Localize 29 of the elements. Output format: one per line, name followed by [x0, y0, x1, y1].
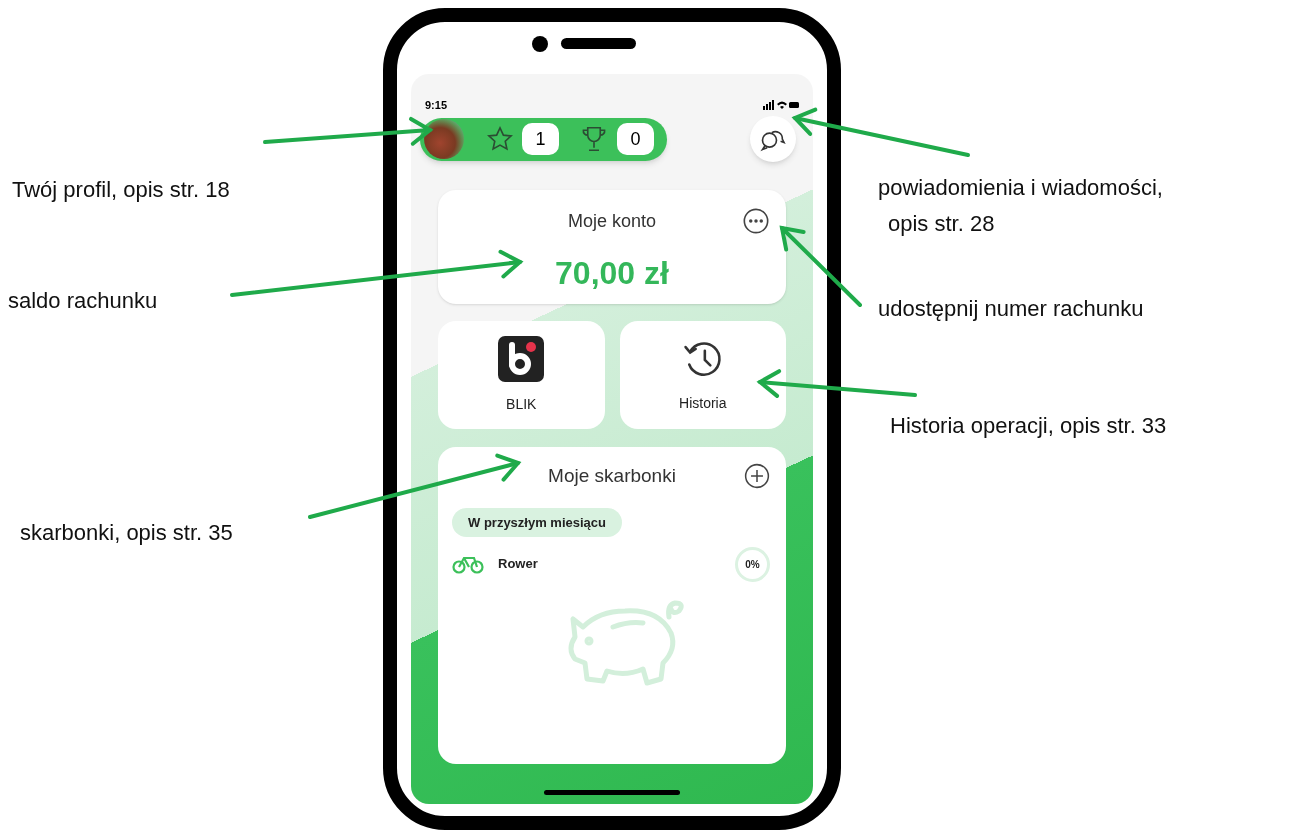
- piggy-bank-name[interactable]: Rower: [498, 554, 538, 574]
- blik-tile[interactable]: BLIK: [438, 321, 605, 429]
- history-tile[interactable]: Historia: [619, 321, 786, 429]
- annotation-text: powiadomienia i wiadomości,: [878, 174, 1163, 202]
- star-icon: [486, 125, 514, 153]
- more-icon[interactable]: [742, 207, 770, 235]
- points-count: 1: [522, 123, 559, 155]
- account-card[interactable]: Moje konto 70,00 zł: [438, 190, 786, 304]
- avatar-image[interactable]: [424, 119, 464, 159]
- add-icon[interactable]: [744, 463, 770, 489]
- annotation-text: skarbonki, opis str. 35: [20, 519, 233, 547]
- filter-chip[interactable]: W przyszłym miesiącu: [452, 507, 622, 537]
- annotation-text: saldo rachunku: [8, 287, 158, 315]
- annotation-text: udostępnij numer rachunku: [878, 295, 1144, 323]
- bicycle-icon: [452, 554, 484, 574]
- blik-logo-icon: [498, 335, 545, 382]
- annotation-text: opis str. 28: [888, 210, 996, 238]
- camera-icon: [532, 36, 548, 52]
- trophies-count: 0: [617, 123, 654, 155]
- account-balance: 70,00 zł: [555, 254, 669, 293]
- annotation-text: Historia operacji, opis str. 33: [890, 412, 1167, 440]
- status-icons: [763, 100, 799, 110]
- profile-bar[interactable]: 1 0: [420, 117, 667, 161]
- status-time: 9:15: [425, 97, 448, 113]
- progress-ring: 0%: [735, 546, 770, 582]
- messages-button[interactable]: [750, 116, 796, 162]
- annotation-text: Twój profil, opis str. 18: [12, 176, 230, 204]
- piggy-banks-title: Moje skarbonki: [548, 464, 676, 488]
- account-title: Moje konto: [567, 210, 657, 233]
